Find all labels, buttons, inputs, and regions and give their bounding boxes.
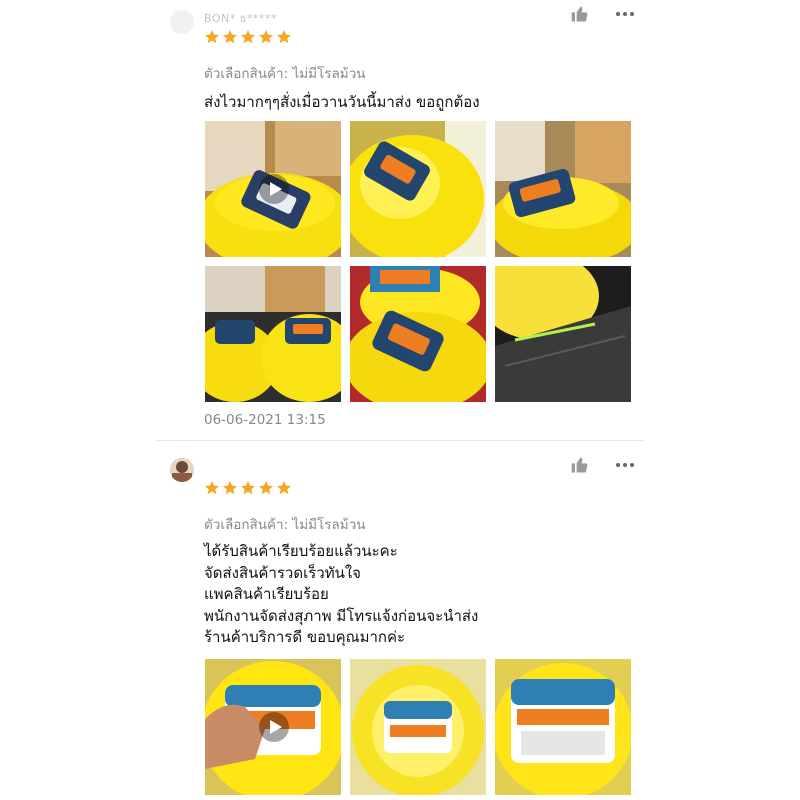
review-photo-thumbnail[interactable] [495, 266, 631, 402]
more-options-icon[interactable] [614, 4, 636, 24]
reviewer-name: BON* ธ***** [204, 12, 277, 25]
product-variant: ตัวเลือกสินค้า: ไม่มีโรลม้วน [204, 517, 366, 533]
review-card: ตัวเลือกสินค้า: ไม่มีโรลม้วน ได้รับสินค้… [0, 441, 800, 800]
review-photo-thumbnail[interactable] [350, 266, 486, 402]
star-rating [204, 29, 292, 45]
star-icon [241, 481, 255, 495]
avatar[interactable] [170, 458, 194, 482]
review-date: 06-06-2021 13:15 [204, 412, 326, 428]
thumbs-up-icon[interactable] [570, 4, 590, 24]
star-icon [205, 481, 219, 495]
more-options-icon[interactable] [614, 455, 636, 475]
review-photo-thumbnail[interactable] [495, 659, 631, 795]
thumbs-up-icon[interactable] [570, 455, 590, 475]
star-icon [223, 481, 237, 495]
play-icon[interactable] [259, 712, 289, 742]
review-photo-thumbnail[interactable] [350, 659, 486, 795]
review-comment: ส่งไวมากๆๆสั่งเมื่อวานวันนี้มาส่ง ขอถูกต… [204, 93, 480, 111]
play-icon[interactable] [259, 174, 289, 204]
star-icon [277, 30, 291, 44]
review-video-thumbnail[interactable] [205, 659, 341, 795]
star-icon [259, 481, 273, 495]
review-video-thumbnail[interactable] [205, 121, 341, 257]
review-photo-thumbnail[interactable] [350, 121, 486, 257]
review-comment: ได้รับสินค้าเรียบร้อยแล้วนะคะ จัดส่งสินค… [204, 542, 479, 646]
star-icon [241, 30, 255, 44]
review-card: BON* ธ***** ตัวเลือกสินค้า: ไม่มีโรลม้วน… [0, 0, 800, 440]
star-icon [223, 30, 237, 44]
star-icon [277, 481, 291, 495]
review-photo-thumbnail[interactable] [205, 266, 341, 402]
review-photo-thumbnail[interactable] [495, 121, 631, 257]
avatar[interactable] [170, 10, 194, 34]
star-rating [204, 480, 292, 496]
star-icon [205, 30, 219, 44]
star-icon [259, 30, 273, 44]
product-variant: ตัวเลือกสินค้า: ไม่มีโรลม้วน [204, 66, 366, 82]
